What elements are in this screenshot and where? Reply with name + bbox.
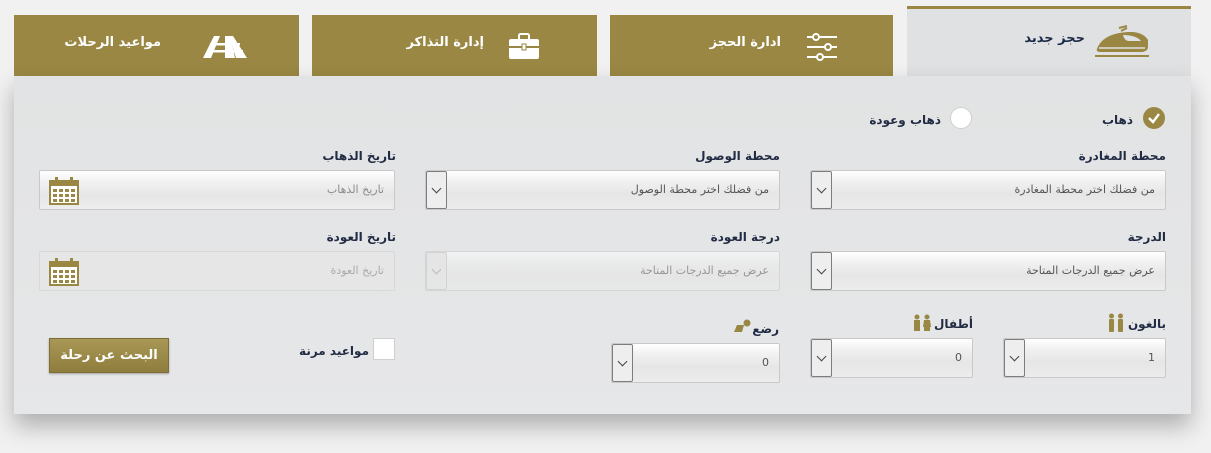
adults-select[interactable]: 1 <box>1003 338 1166 378</box>
calendar-icon <box>49 177 79 209</box>
adults-icon <box>1107 313 1125 337</box>
chevron-down-icon <box>811 171 832 209</box>
one-way-label: ذهاب <box>1101 113 1133 127</box>
return-date-input[interactable]: تاريخ العودة <box>39 251 395 291</box>
departure-station-label: محطة المغادرة <box>1078 149 1166 163</box>
return-class-label: درجة العودة <box>710 230 780 244</box>
return-class-select[interactable]: عرض جميع الدرجات المتاحة <box>425 251 780 291</box>
departure-station-select[interactable]: من فضلك اختر محطة المغادرة <box>810 170 1166 210</box>
infants-select[interactable]: 0 <box>611 343 780 383</box>
sliders-icon <box>806 31 838 67</box>
infants-label: رضع <box>752 322 779 336</box>
round-trip-radio[interactable] <box>950 107 972 129</box>
chevron-down-icon <box>612 344 633 382</box>
chevron-down-icon <box>426 252 447 290</box>
class-label: الدرجة <box>1127 230 1166 244</box>
children-select[interactable]: 0 <box>810 338 973 378</box>
chevron-down-icon <box>811 252 832 290</box>
adults-label: بالغون <box>1127 317 1166 331</box>
search-trip-button[interactable]: البحث عن رحلة <box>49 338 169 373</box>
tab-label: ادارة الحجز <box>709 35 781 50</box>
one-way-radio[interactable] <box>1143 107 1165 129</box>
arrival-station-select[interactable]: من فضلك اختر محطة الوصول <box>425 170 780 210</box>
arrival-station-label: محطة الوصول <box>695 149 780 163</box>
checkmark-icon <box>1148 113 1160 124</box>
departure-date-input[interactable]: تاريخ الذهاب <box>39 170 395 210</box>
chevron-down-icon <box>811 339 832 377</box>
tab-label: مواعيد الرحلات <box>64 35 161 50</box>
tab-trip-schedules[interactable]: مواعيد الرحلات <box>14 15 299 76</box>
round-trip-label: ذهاب وعودة <box>869 113 941 127</box>
flexible-dates-checkbox[interactable] <box>373 338 395 360</box>
chevron-down-icon <box>1004 339 1025 377</box>
infant-icon <box>733 318 751 337</box>
tab-label: حجز جديد <box>1024 31 1085 46</box>
tab-new-booking[interactable]: حجز جديد <box>907 6 1191 76</box>
booking-form-panel: ذهاب ذهاب وعودة محطة المغادرة محطة الوصو… <box>14 76 1191 414</box>
children-icon <box>912 314 932 336</box>
tab-label: إدارة التذاكر <box>406 35 484 50</box>
train-icon <box>1093 25 1151 63</box>
flexible-dates-label: مواعيد مرنة <box>299 344 369 358</box>
calendar-icon <box>49 258 79 290</box>
tab-manage-booking[interactable]: ادارة الحجز <box>610 15 893 76</box>
railway-tracks-icon <box>202 35 248 63</box>
chevron-down-icon <box>426 171 447 209</box>
briefcase-icon <box>508 33 540 65</box>
return-date-label: تاريخ العودة <box>326 230 396 244</box>
departure-date-label: تاريخ الذهاب <box>322 149 396 163</box>
children-label: أطفال <box>934 317 973 331</box>
class-select[interactable]: عرض جميع الدرجات المتاحة <box>810 251 1166 291</box>
tab-manage-tickets[interactable]: إدارة التذاكر <box>312 15 597 76</box>
